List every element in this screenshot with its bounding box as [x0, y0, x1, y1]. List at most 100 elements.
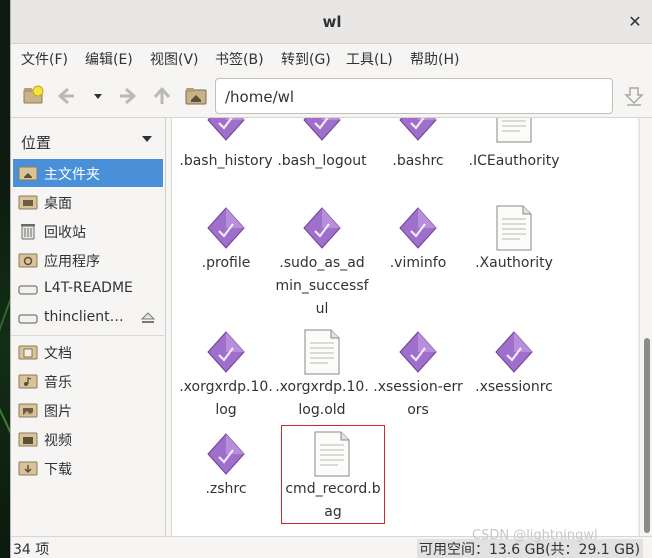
script-icon	[303, 118, 341, 141]
up-button[interactable]	[149, 83, 175, 109]
menu-edit[interactable]: 编辑(E)	[85, 49, 133, 69]
sidebar-item-applications[interactable]: 应用程序	[13, 246, 163, 274]
watermark: CSDN @lightningwl	[472, 528, 598, 543]
sidebar-item-label: 主文件夹	[44, 167, 100, 183]
downloads-folder-icon	[18, 461, 38, 476]
sidebar-item-label: 桌面	[44, 196, 72, 212]
file-name: .ICEauthority	[468, 153, 560, 169]
file-item-xauthority[interactable]: .Xauthority	[466, 204, 562, 300]
close-icon[interactable]: ✕	[625, 12, 645, 32]
eject-icon[interactable]	[140, 311, 156, 325]
file-manager-window: wl ✕ 文件(F) 编辑(E) 视图(V) 书签(B) 转到(G) 工具(L)…	[10, 0, 652, 558]
home-folder-icon	[18, 166, 38, 181]
places-header: 位置	[21, 134, 52, 152]
drive-icon	[18, 285, 38, 295]
sidebar-item-label: 应用程序	[44, 254, 100, 270]
sidebar-item-downloads[interactable]: 下载	[13, 454, 163, 482]
sidebar-item-pictures[interactable]: 图片	[13, 396, 163, 424]
sidebar-item-l4t-readme[interactable]: L4T-README	[13, 275, 163, 303]
menu-go[interactable]: 转到(G)	[281, 49, 331, 69]
script-icon	[303, 207, 341, 249]
file-item-xorgxrdp-log-old[interactable]: .xorgxrdp.10.log.old	[274, 328, 370, 424]
script-icon	[399, 207, 437, 249]
file-item-bash-history[interactable]: .bash_history	[178, 118, 274, 198]
file-view[interactable]: .bash_history .bash_logout .bashrc .ICEa…	[171, 118, 637, 536]
file-name: .xsession-errors	[373, 379, 463, 418]
sidebar-item-desktop[interactable]: 桌面	[13, 188, 163, 216]
back-arrow-icon	[58, 87, 74, 105]
sidebar-item-label: 回收站	[44, 225, 86, 241]
file-name: .viminfo	[389, 255, 447, 271]
script-icon	[207, 331, 245, 373]
vertical-scrollbar[interactable]	[639, 118, 652, 536]
text-file-icon	[314, 431, 350, 477]
up-arrow-icon	[153, 87, 171, 104]
scrollbar-thumb[interactable]	[644, 338, 650, 533]
sidebar-item-thinclient[interactable]: thinclient…	[13, 304, 163, 332]
file-name: .bash_logout	[277, 153, 367, 169]
go-button[interactable]	[621, 83, 647, 109]
file-item-viminfo[interactable]: .viminfo	[370, 204, 466, 300]
file-item-bashrc[interactable]: .bashrc	[370, 118, 466, 198]
file-item-zshrc[interactable]: .zshrc	[178, 430, 274, 526]
file-name: .xsessionrc	[475, 379, 553, 395]
file-item-xsessionrc[interactable]: .xsessionrc	[466, 328, 562, 424]
script-icon	[207, 118, 245, 141]
file-name: .sudo_as_admin_successful	[275, 255, 369, 317]
menu-bar: 文件(F) 编辑(E) 视图(V) 书签(B) 转到(G) 工具(L) 帮助(H…	[11, 44, 652, 74]
music-folder-icon	[18, 374, 38, 389]
sidebar-item-label: 文档	[44, 346, 72, 362]
script-icon	[399, 118, 437, 141]
forward-arrow-icon	[120, 87, 136, 105]
script-icon	[399, 331, 437, 373]
chevron-down-icon[interactable]	[142, 136, 152, 142]
sidebar-divider	[11, 335, 166, 336]
sidebar-item-label: L4T-README	[44, 280, 133, 296]
menu-tools[interactable]: 工具(L)	[346, 49, 393, 69]
menu-file[interactable]: 文件(F)	[21, 49, 68, 69]
places-sidebar: 位置 主文件夹 桌面 回收站 应用程序 L4T-README thinclien…	[11, 118, 166, 536]
script-icon	[495, 331, 533, 373]
chevron-down-icon	[94, 94, 102, 99]
applications-icon	[18, 253, 38, 268]
file-item-sudo-as-admin-successful[interactable]: .sudo_as_admin_successful	[274, 204, 370, 320]
text-file-icon	[304, 329, 340, 375]
file-item-profile[interactable]: .profile	[178, 204, 274, 300]
text-file-icon	[496, 118, 532, 143]
new-window-button[interactable]	[21, 83, 47, 109]
location-path: /home/wl	[225, 88, 295, 106]
menu-bookmarks[interactable]: 书签(B)	[215, 49, 264, 69]
sidebar-item-documents[interactable]: 文档	[13, 338, 163, 366]
file-name: .profile	[201, 255, 251, 271]
location-bar[interactable]: /home/wl	[215, 78, 613, 114]
go-arrow-icon	[624, 87, 644, 106]
desktop-icon	[18, 195, 38, 210]
file-item-iceauthority[interactable]: .ICEauthority	[466, 118, 562, 198]
file-name: .Xauthority	[475, 255, 553, 271]
menu-view[interactable]: 视图(V)	[150, 49, 199, 69]
file-name: .bashrc	[392, 153, 444, 169]
title-bar[interactable]: wl ✕	[11, 0, 652, 44]
window-title: wl	[322, 13, 342, 31]
file-item-cmd-record-bag[interactable]: cmd_record.bag	[281, 425, 385, 524]
sidebar-item-label: thinclient…	[44, 309, 124, 325]
sidebar-item-music[interactable]: 音乐	[13, 367, 163, 395]
file-item-xorgxrdp-log[interactable]: .xorgxrdp.10.log	[178, 328, 274, 424]
sidebar-item-label: 音乐	[44, 375, 72, 391]
sidebar-item-label: 图片	[44, 404, 72, 420]
back-button[interactable]	[53, 83, 79, 109]
file-name: cmd_record.bag	[285, 481, 381, 520]
file-item-bash-logout[interactable]: .bash_logout	[274, 118, 370, 198]
menu-help[interactable]: 帮助(H)	[410, 49, 459, 69]
sidebar-item-trash[interactable]: 回收站	[13, 217, 163, 245]
sidebar-item-home[interactable]: 主文件夹	[13, 159, 163, 187]
new-window-icon	[23, 85, 44, 104]
history-dropdown[interactable]	[85, 83, 102, 109]
file-item-xsession-errors[interactable]: .xsession-errors	[370, 328, 466, 424]
home-button[interactable]	[183, 83, 209, 109]
sidebar-item-videos[interactable]: 视频	[13, 425, 163, 453]
item-count: 34 项	[13, 542, 50, 558]
pictures-folder-icon	[18, 403, 38, 418]
file-name: .xorgxrdp.10.log.old	[275, 379, 369, 418]
forward-button[interactable]	[115, 83, 141, 109]
